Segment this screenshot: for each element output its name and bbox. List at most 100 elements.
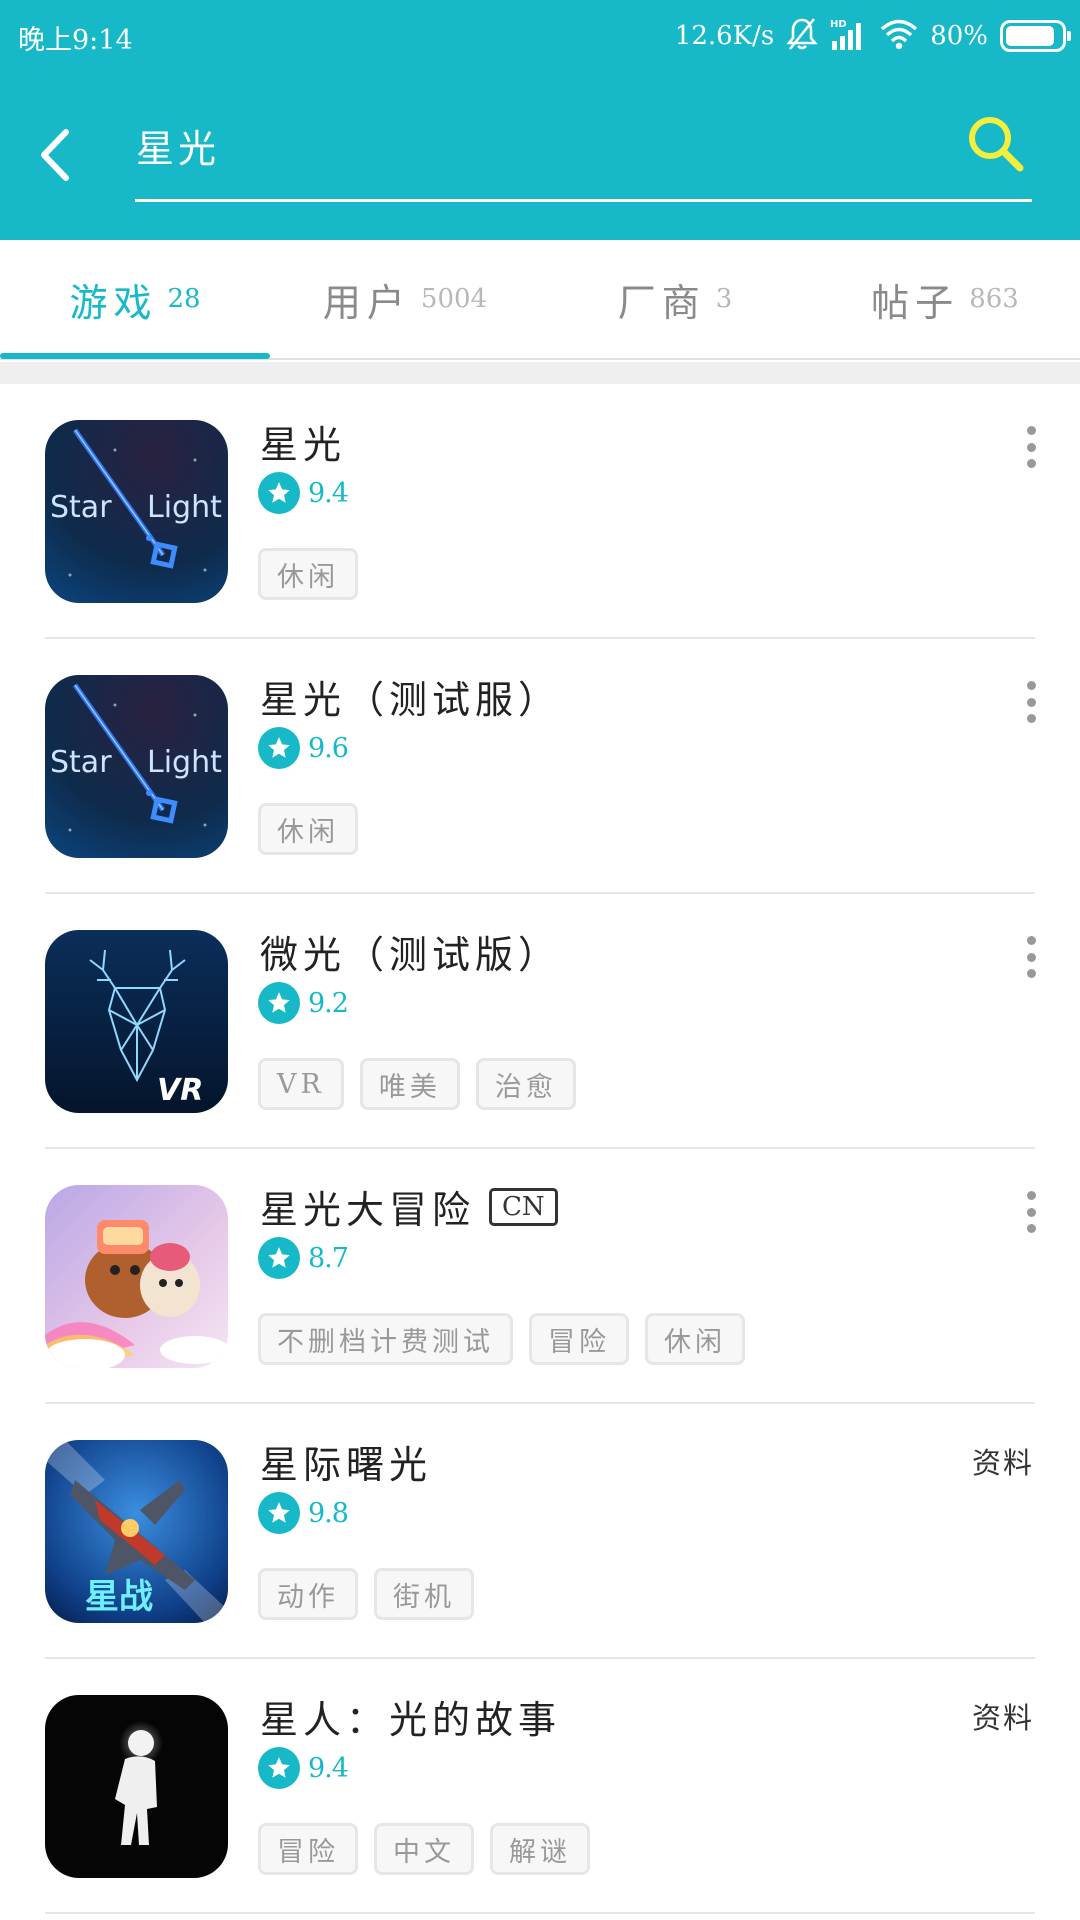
star-icon — [258, 1237, 300, 1279]
rating-value: 8.7 — [308, 1242, 349, 1274]
tag-list: VR 唯美 治愈 — [258, 1058, 576, 1110]
list-item[interactable]: Star Light 星光（测试服） 9.6 休闲 — [0, 639, 1080, 894]
tag[interactable]: 唯美 — [359, 1058, 460, 1110]
tab-games[interactable]: 游戏 28 — [0, 240, 270, 358]
status-bar: 晚上9:14 12.6K/s HD 80% — [0, 0, 1080, 72]
tag[interactable]: 冒险 — [529, 1313, 629, 1365]
app-title: 星光 — [260, 414, 346, 469]
space-fighter-icon: 星战 — [45, 1440, 228, 1623]
tab-posts[interactable]: 帖子 863 — [810, 240, 1080, 358]
app-title: 星际曙光 — [260, 1434, 432, 1489]
tag[interactable]: 休闲 — [258, 803, 358, 855]
tag-list: 不删档计费测试 冒险 休闲 — [258, 1313, 745, 1365]
tab-label: 用户 — [322, 280, 411, 325]
app-header: 晚上9:14 12.6K/s HD 80% 星光 — [0, 0, 1080, 240]
tab-count: 3 — [715, 284, 733, 314]
tab-label: 厂商 — [617, 280, 706, 325]
adventure-characters-icon — [45, 1185, 228, 1368]
tag[interactable]: 休闲 — [258, 548, 358, 600]
rating: 9.2 — [258, 982, 349, 1024]
list-item[interactable]: 星光大冒险 CN 8.7 不删档计费测试 冒险 休闲 — [0, 1149, 1080, 1404]
app-title-text: 微光（测试版） — [260, 933, 562, 977]
more-dot — [1026, 714, 1036, 723]
region-badge: CN — [489, 1187, 558, 1226]
more-options-button[interactable] — [1018, 934, 1044, 980]
tag[interactable]: 中文 — [374, 1823, 474, 1875]
star-light-icon: Star Light — [45, 675, 228, 858]
app-title: 微光（测试版） — [260, 924, 561, 979]
more-options-button[interactable] — [1018, 679, 1044, 725]
more-vertical-icon — [1026, 1191, 1036, 1200]
tag[interactable]: 动作 — [258, 1568, 358, 1620]
tag[interactable]: 街机 — [374, 1568, 474, 1620]
rating: 8.7 — [258, 1237, 349, 1279]
svg-text:Star: Star — [50, 745, 112, 780]
more-vertical-icon — [1026, 681, 1036, 690]
tab-users[interactable]: 用户 5004 — [270, 240, 540, 358]
tab-vendors[interactable]: 厂商 3 — [540, 240, 810, 358]
svg-text:Light: Light — [147, 745, 222, 780]
rating-value: 9.8 — [308, 1497, 349, 1529]
app-title: 星光大冒险 CN — [260, 1179, 558, 1234]
section-separator — [0, 362, 1080, 384]
tag[interactable]: 治愈 — [475, 1058, 576, 1110]
more-dot — [1026, 969, 1036, 978]
list-item[interactable]: VR 微光（测试版） 9.2 VR 唯美 治愈 — [0, 894, 1080, 1149]
tag[interactable]: 解谜 — [490, 1823, 590, 1875]
signal-hd-icon: HD — [830, 17, 868, 55]
battery-icon — [1000, 20, 1071, 52]
app-title-text: 星际曙光 — [260, 1443, 433, 1487]
glowing-figure-icon — [45, 1695, 228, 1878]
svg-text:Light: Light — [147, 490, 222, 525]
game-results-list: Star Light 星光 9.4 休闲 Star Light 星光（测试服） … — [0, 384, 1080, 1914]
tag-list: 休闲 — [258, 803, 358, 855]
tag-list: 动作 街机 — [258, 1568, 474, 1620]
tag[interactable]: 不删档计费测试 — [258, 1313, 513, 1365]
search-input[interactable]: 星光 — [136, 118, 220, 173]
divider — [45, 1912, 1035, 1914]
rating-value: 9.4 — [308, 1752, 349, 1784]
tag[interactable]: 冒险 — [258, 1823, 358, 1875]
more-dot — [1026, 697, 1036, 707]
svg-text:Star: Star — [50, 490, 112, 525]
list-item[interactable]: 星人：光的故事 9.4 冒险 中文 解谜 资料 — [0, 1659, 1080, 1914]
info-button[interactable]: 资料 — [972, 1695, 1034, 1737]
more-dot — [1026, 1207, 1036, 1217]
app-title: 星光（测试服） — [260, 669, 561, 724]
tab-count: 28 — [167, 284, 201, 314]
more-options-button[interactable] — [1018, 424, 1044, 470]
rating: 9.4 — [258, 1747, 349, 1789]
list-item[interactable]: 星战 星际曙光 9.8 动作 街机 资料 — [0, 1404, 1080, 1659]
tab-label: 帖子 — [871, 280, 960, 325]
mute-bell-icon — [786, 17, 818, 55]
rating: 9.8 — [258, 1492, 349, 1534]
more-options-button[interactable] — [1018, 1189, 1044, 1235]
tag[interactable]: 休闲 — [645, 1313, 745, 1365]
chevron-left-icon — [41, 129, 69, 181]
more-vertical-icon — [1026, 426, 1036, 435]
back-button[interactable] — [34, 122, 84, 188]
star-light-icon: Star Light — [45, 420, 228, 603]
network-speed: 12.6K/s — [674, 21, 775, 51]
star-icon — [258, 472, 300, 514]
app-title-text: 星光（测试服） — [260, 678, 562, 722]
tab-label: 游戏 — [69, 280, 158, 325]
star-icon — [258, 1492, 300, 1534]
wifi-icon — [880, 18, 918, 54]
status-indicators: 12.6K/s HD 80% — [674, 16, 1071, 56]
tab-count: 863 — [969, 284, 1019, 314]
tag[interactable]: VR — [258, 1058, 344, 1110]
tab-count: 5004 — [420, 284, 488, 314]
search-button[interactable] — [964, 112, 1026, 174]
star-icon — [258, 1747, 300, 1789]
rating-value: 9.4 — [308, 477, 349, 509]
more-dot — [1026, 952, 1036, 962]
app-title-text: 星光大冒险 — [260, 1188, 476, 1232]
rating: 9.4 — [258, 472, 349, 514]
rating-value: 9.6 — [308, 732, 349, 764]
search-icon — [969, 117, 1024, 172]
info-button[interactable]: 资料 — [972, 1440, 1034, 1482]
app-title-text: 星人：光的故事 — [260, 1698, 562, 1742]
list-item[interactable]: Star Light 星光 9.4 休闲 — [0, 384, 1080, 639]
svg-text:HD: HD — [830, 19, 847, 30]
